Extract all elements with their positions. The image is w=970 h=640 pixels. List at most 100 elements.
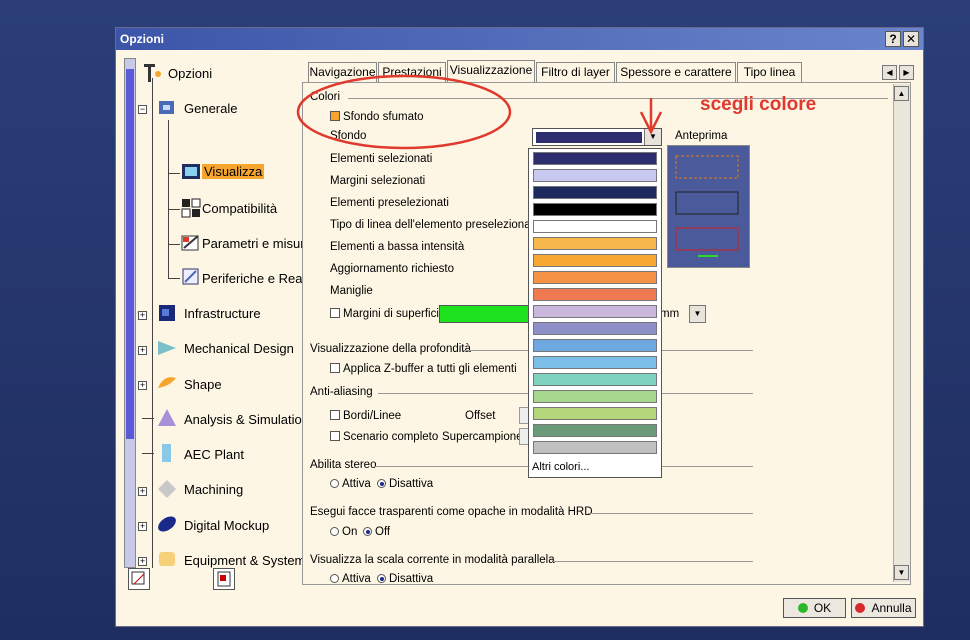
ok-button[interactable]: OK — [783, 598, 846, 618]
parameters-icon — [180, 232, 202, 254]
color-swatch-option[interactable] — [533, 305, 657, 318]
anteprima-preview — [667, 145, 750, 268]
tree-item-digital-mockup[interactable]: Digital Mockup — [184, 518, 269, 533]
color-swatch-option[interactable] — [533, 441, 657, 454]
hrd-on-radio[interactable]: On — [330, 526, 357, 538]
display-icon — [180, 161, 202, 183]
color-swatch-option[interactable] — [533, 373, 657, 386]
tree-item-compatibilita[interactable]: Compatibilità — [202, 201, 277, 216]
altri-colori-option[interactable]: Altri colori... — [532, 461, 589, 473]
color-swatch-option[interactable] — [533, 356, 657, 369]
margini-superfici-checkbox[interactable]: Margini di superfici — [330, 308, 439, 320]
tree-item-periferiche[interactable]: Periferiche e Realtà Virtuale — [202, 271, 302, 286]
color-swatch-option[interactable] — [533, 288, 657, 301]
radio[interactable] — [330, 527, 339, 536]
cancel-icon — [855, 603, 866, 613]
checkbox[interactable] — [330, 363, 340, 373]
scala-disattiva-radio[interactable]: Disattiva — [377, 573, 434, 585]
tree-item-equipment[interactable]: Equipment & Systems — [184, 553, 302, 568]
ok-label: OK — [813, 601, 832, 615]
tree-item-aec[interactable]: AEC Plant — [184, 447, 244, 462]
color-swatch-option[interactable] — [533, 322, 657, 335]
color-swatch-option[interactable] — [533, 220, 657, 233]
ok-icon — [797, 603, 808, 613]
checkbox[interactable] — [330, 410, 340, 420]
section-antialiasing: Anti-aliasing — [310, 386, 373, 398]
checkbox-label: Margini di superfici — [343, 308, 439, 320]
tree-item-mechanical[interactable]: Mechanical Design — [184, 341, 294, 356]
tree-item-parametri[interactable]: Parametri e misure — [202, 236, 302, 251]
tree-tool-button-2[interactable] — [213, 568, 235, 590]
tree-item-generale[interactable]: Generale — [184, 101, 237, 116]
radio[interactable] — [363, 527, 372, 536]
compatibility-icon — [180, 197, 202, 219]
row-tipo-linea-preselezionato: Tipo di linea dell'elemento preseleziona… — [330, 219, 541, 231]
close-button[interactable]: ✕ — [903, 31, 919, 47]
row-maniglie: Maniglie — [330, 285, 373, 297]
panel-scrollbar[interactable]: ▲ ▼ — [893, 84, 910, 582]
bordi-linee-checkbox[interactable]: Bordi/Linee — [330, 410, 401, 422]
scroll-up-icon[interactable]: ▲ — [894, 86, 909, 101]
row-margini-selezionati: Margini selezionati — [330, 175, 426, 187]
expand-icon[interactable]: + — [138, 381, 147, 390]
devices-icon — [180, 266, 202, 288]
annotation-text: scegli colore — [700, 94, 817, 115]
color-swatch-option[interactable] — [533, 271, 657, 284]
tree-item-analysis[interactable]: Analysis & Simulation — [184, 412, 302, 427]
radio[interactable] — [377, 479, 386, 488]
tree-item-infrastructure[interactable]: Infrastructure — [184, 306, 261, 321]
chevron-down-icon[interactable]: ▼ — [689, 305, 706, 323]
radio-label: Disattiva — [389, 573, 434, 585]
tree-item-visualizza[interactable]: Visualizza — [202, 164, 265, 179]
margini-color-field[interactable] — [439, 305, 529, 323]
checkbox[interactable] — [330, 308, 340, 318]
tab-scroll-left[interactable]: ◀ — [882, 65, 897, 80]
hrd-off-radio[interactable]: Off — [363, 526, 390, 538]
tree-item-shape[interactable]: Shape — [184, 377, 222, 392]
color-swatch-option[interactable] — [533, 237, 657, 250]
expand-icon[interactable]: + — [138, 522, 147, 531]
expand-icon[interactable]: + — [138, 311, 147, 320]
section-scala: Visualizza la scala corrente in modalità… — [310, 554, 555, 566]
aec-plant-icon — [156, 442, 178, 464]
collapse-icon[interactable]: − — [138, 105, 147, 114]
radio[interactable] — [330, 574, 339, 583]
color-swatch-option[interactable] — [533, 169, 657, 182]
color-swatch-option[interactable] — [533, 203, 657, 216]
checkbox-label: Scenario completo — [343, 431, 439, 443]
radio[interactable] — [377, 574, 386, 583]
section-stereo: Abilita stereo — [310, 459, 377, 471]
expand-icon[interactable]: + — [138, 557, 147, 566]
reset-icon — [217, 571, 231, 587]
annulla-button[interactable]: Annulla — [851, 598, 916, 618]
scala-attiva-radio[interactable]: Attiva — [330, 573, 371, 584]
tree-root[interactable]: Opzioni — [168, 66, 212, 81]
scroll-down-icon[interactable]: ▼ — [894, 565, 909, 580]
title-bar[interactable]: Opzioni — [116, 28, 923, 50]
color-swatch-option[interactable] — [533, 407, 657, 420]
tree-scrollbar[interactable] — [124, 58, 136, 568]
color-swatch-option[interactable] — [533, 186, 657, 199]
tree-item-machining[interactable]: Machining — [184, 482, 243, 497]
color-swatch-option[interactable] — [533, 339, 657, 352]
color-swatch-option[interactable] — [533, 254, 657, 267]
scenario-completo-checkbox[interactable]: Scenario completo — [330, 431, 438, 443]
checkbox[interactable] — [330, 431, 340, 441]
stereo-disattiva-radio[interactable]: Disattiva — [377, 478, 433, 490]
color-swatch-option[interactable] — [533, 424, 657, 437]
expand-icon[interactable]: + — [138, 487, 147, 496]
digital-mockup-icon — [156, 513, 178, 535]
radio-label: On — [342, 526, 358, 538]
radio-label: Off — [375, 526, 391, 538]
stereo-attiva-radio[interactable]: Attiva — [330, 478, 371, 490]
tab-scroll-right[interactable]: ▶ — [899, 65, 914, 80]
section-hrd: Esegui facce trasparenti come opache in … — [310, 506, 593, 518]
tree-tool-button[interactable] — [128, 568, 150, 590]
help-button[interactable]: ? — [885, 31, 901, 47]
zbuffer-checkbox[interactable]: Applica Z-buffer a tutti gli elementi — [330, 363, 517, 375]
color-swatch-option[interactable] — [533, 390, 657, 403]
expand-icon[interactable]: + — [138, 346, 147, 355]
radio[interactable] — [330, 479, 339, 488]
offset-label: Offset — [465, 410, 496, 422]
radio-label: Attiva — [342, 478, 371, 490]
